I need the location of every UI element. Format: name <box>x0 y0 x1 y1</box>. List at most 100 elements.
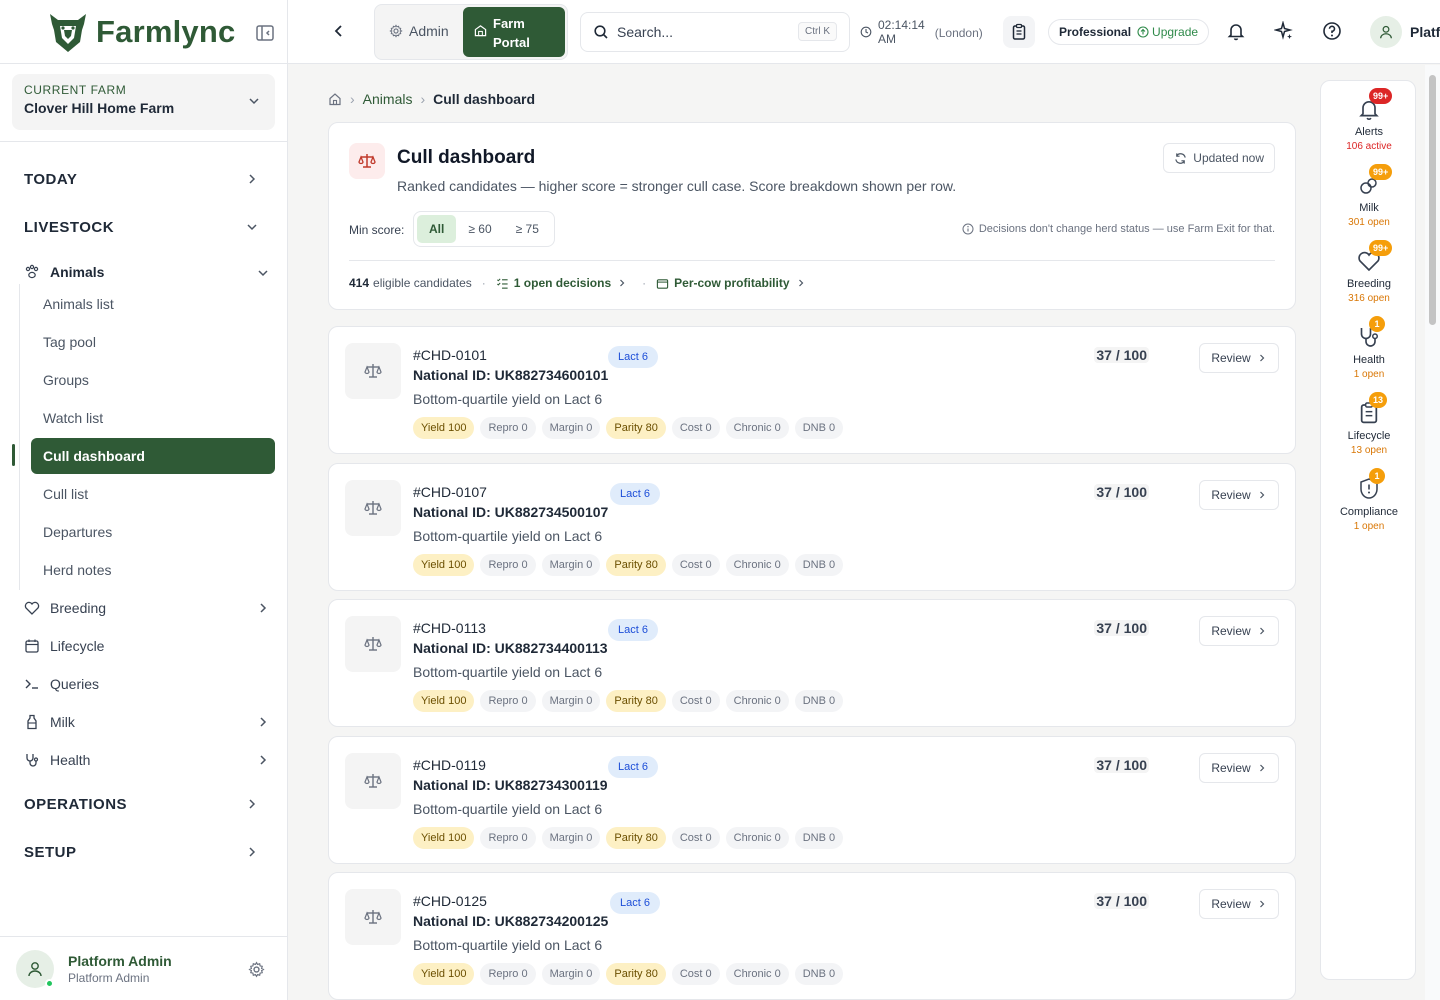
chevron-down-icon <box>247 224 257 231</box>
national-id-label: National ID: <box>413 640 491 656</box>
breadcrumb-animals-link[interactable]: Animals <box>363 91 413 107</box>
rail-count: 301 open <box>1348 217 1390 228</box>
health-badge: 1 <box>1369 316 1385 332</box>
rail-label: Milk <box>1359 202 1379 214</box>
plan-badge[interactable]: Professional Upgrade <box>1048 19 1210 45</box>
rail-health[interactable]: 1 Health 1 open <box>1321 316 1417 380</box>
calendar-icon <box>25 639 39 653</box>
filter-60[interactable]: ≥ 60 <box>456 215 503 243</box>
nav-item-health[interactable]: Health <box>24 752 90 768</box>
review-label: Review <box>1211 351 1251 365</box>
scrollbar[interactable] <box>1425 65 1440 1000</box>
review-button[interactable]: Review <box>1199 480 1279 510</box>
sidebar-collapse-icon[interactable] <box>255 23 275 43</box>
nav-sub-tag-pool[interactable]: Tag pool <box>31 324 275 360</box>
filter-75[interactable]: ≥ 75 <box>504 215 551 243</box>
nav-section-operations[interactable]: OPERATIONS <box>24 796 127 813</box>
score-breakdown: Yield 100 Repro 0 Margin 0 Parity 80 Cost 0C… <box>413 827 849 849</box>
rail-breeding[interactable]: 99+ Breeding 316 open <box>1321 240 1417 304</box>
barn-icon <box>474 25 487 37</box>
breadcrumb-current: Cull dashboard <box>433 91 536 107</box>
scale-icon <box>345 889 401 945</box>
info-icon <box>962 223 974 235</box>
rail-count: 1 open <box>1353 369 1385 380</box>
nav-item-label: Breeding <box>50 600 107 616</box>
nav-sub-watch-list[interactable]: Watch list <box>31 400 275 436</box>
review-button[interactable]: Review <box>1199 889 1279 919</box>
rail-compliance[interactable]: 1 Compliance 1 open <box>1321 468 1417 532</box>
scrollbar-thumb[interactable] <box>1429 75 1436 325</box>
back-chevron-icon[interactable] <box>330 22 348 40</box>
national-id-value: UK882734200125 <box>494 913 609 929</box>
nav-item-breeding[interactable]: Breeding <box>24 600 106 616</box>
candidate-row[interactable]: #CHD-0107 Lact 6 National ID: UK8827345001… <box>328 463 1296 591</box>
lactation-badge: Lact 6 <box>608 346 658 368</box>
nav-item-milk[interactable]: Milk <box>24 714 75 730</box>
review-button[interactable]: Review <box>1199 753 1279 783</box>
header-divider <box>349 260 1275 261</box>
nav-sub-groups[interactable]: Groups <box>31 362 275 398</box>
nav-sub-herd-notes[interactable]: Herd notes <box>31 552 275 588</box>
candidate-row[interactable]: #CHD-0119 Lact 6 National ID: UK8827343001… <box>328 736 1296 864</box>
nav-item-label: Queries <box>50 676 100 692</box>
bell-icon[interactable] <box>1226 21 1246 41</box>
score-chip: Cost 0 <box>671 417 720 439</box>
sparkles-icon[interactable] <box>1274 21 1294 41</box>
animal-id: #CHD-0113 <box>413 620 486 636</box>
nav-sub-cull-list[interactable]: Cull list <box>31 476 275 512</box>
national-id: National ID: UK882734300119 <box>413 777 608 793</box>
farm-portal-tab[interactable]: Farm Portal <box>463 7 565 57</box>
min-score-filter: All ≥ 60 ≥ 75 <box>413 211 555 247</box>
nav-item-animals[interactable]: Animals <box>24 264 104 280</box>
user-profile[interactable]: Platform Admin Platform Admin <box>0 936 287 1000</box>
nav-sub-cull-dashboard[interactable]: Cull dashboard <box>31 438 275 474</box>
heart-icon <box>24 601 40 615</box>
user-name: Platform Admin <box>68 952 172 969</box>
nav-item-queries[interactable]: Queries <box>24 676 99 692</box>
nav-item-lifecycle[interactable]: Lifecycle <box>24 638 104 654</box>
national-id: National ID: UK882734400113 <box>413 640 608 656</box>
candidate-row[interactable]: #CHD-0101 Lact 6 National ID: UK8827346001… <box>328 326 1296 454</box>
nav-section-today[interactable]: TODAY <box>24 171 77 188</box>
admin-tab[interactable]: Admin <box>389 23 449 39</box>
review-button[interactable]: Review <box>1199 343 1279 373</box>
cull-score: 37 / 100 <box>1094 620 1149 636</box>
scale-icon <box>345 753 401 809</box>
national-id: National ID: UK882734600101 <box>413 367 608 383</box>
open-decisions-link[interactable]: 1 open decisions <box>496 276 632 290</box>
candidate-row[interactable]: #CHD-0113 Lact 6 National ID: UK8827344001… <box>328 599 1296 727</box>
candidate-row[interactable]: #CHD-0125 Lact 6 National ID: UK8827342001… <box>328 872 1296 1000</box>
profitability-link[interactable]: Per-cow profitability <box>656 276 810 290</box>
national-id-label: National ID: <box>413 504 491 520</box>
score-chip: Cost 0 <box>671 963 720 985</box>
filter-all[interactable]: All <box>417 215 457 243</box>
farm-selector[interactable]: CURRENT FARM Clover Hill Home Farm <box>12 74 275 130</box>
cull-score: 37 / 100 <box>1094 347 1149 363</box>
rail-alerts[interactable]: 99+ Alerts 106 active <box>1321 88 1417 152</box>
app-name: Farmlync <box>96 13 236 49</box>
tasks-button[interactable] <box>1003 16 1035 48</box>
help-icon[interactable] <box>1322 21 1342 41</box>
gear-icon[interactable] <box>248 961 265 978</box>
nav-section-livestock[interactable]: LIVESTOCK <box>24 219 114 236</box>
page-title: Cull dashboard <box>397 147 536 168</box>
breadcrumb-separator: › <box>420 91 426 107</box>
nav-sub-departures[interactable]: Departures <box>31 514 275 550</box>
stat-separator: · <box>642 276 647 290</box>
upgrade-link[interactable]: Upgrade <box>1137 25 1198 39</box>
search-input[interactable]: Search... Ctrl K <box>580 12 850 52</box>
review-button[interactable]: Review <box>1199 616 1279 646</box>
nav-sub-animals-list[interactable]: Animals list <box>31 286 275 322</box>
rail-lifecycle[interactable]: 13 Lifecycle 13 open <box>1321 392 1417 456</box>
refresh-button[interactable]: Updated now <box>1163 143 1275 173</box>
lactation-badge: Lact 6 <box>610 483 660 505</box>
chevron-right-icon <box>249 799 256 809</box>
chevron-right-icon <box>1259 764 1265 772</box>
sidebar: Farmlync CURRENT FARM Clover Hill Home F… <box>0 0 288 1000</box>
farm-name: Clover Hill Home Farm <box>24 100 175 116</box>
nav-section-setup[interactable]: SETUP <box>24 844 77 861</box>
submenu-line <box>19 284 20 590</box>
home-icon[interactable] <box>328 92 342 106</box>
top-user-menu[interactable]: Platf <box>1370 16 1440 48</box>
rail-milk[interactable]: 99+ Milk 301 open <box>1321 164 1417 228</box>
